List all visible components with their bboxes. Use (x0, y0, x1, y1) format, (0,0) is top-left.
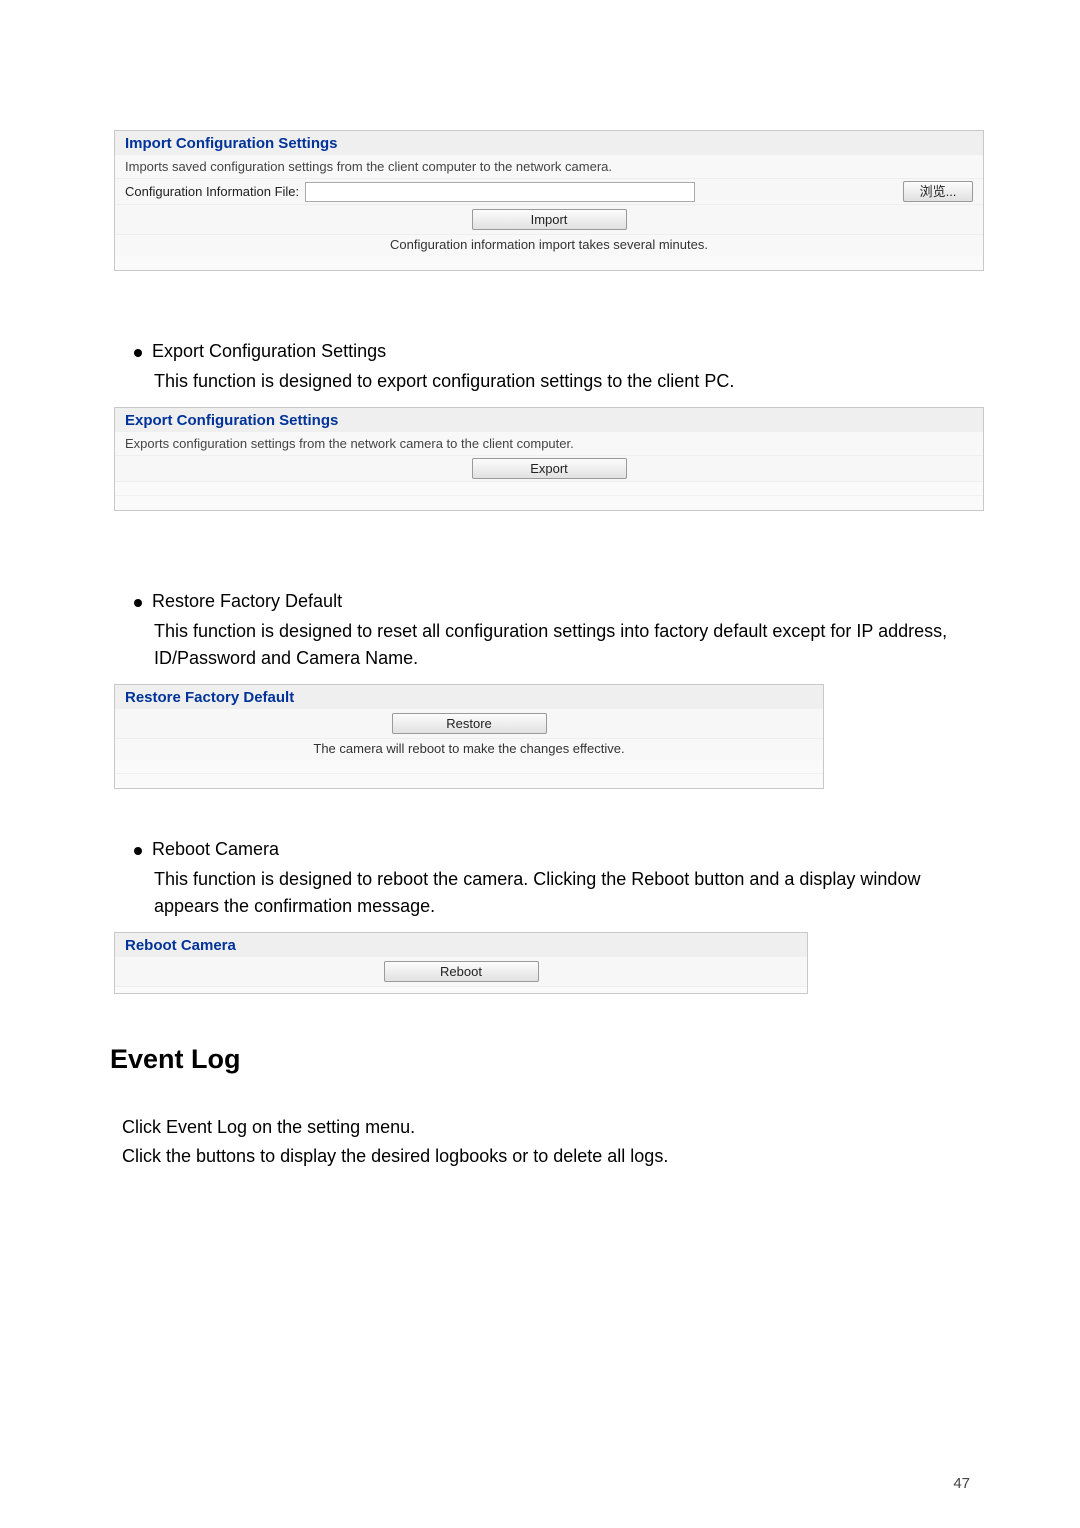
reboot-panel-title: Reboot Camera (115, 933, 807, 957)
config-file-input[interactable] (305, 182, 695, 202)
import-button[interactable]: Import (472, 209, 627, 230)
export-bullet-section: Export Configuration Settings (134, 341, 970, 362)
reboot-bullet-section: Reboot Camera (134, 839, 970, 860)
spacer-row (115, 496, 983, 510)
export-bullet-desc: This function is designed to export conf… (154, 368, 970, 395)
import-config-desc: Imports saved configuration settings fro… (115, 155, 983, 179)
event-log-para2: Click the buttons to display the desired… (122, 1142, 970, 1171)
export-config-title: Export Configuration Settings (115, 408, 983, 432)
import-file-row: Configuration Information File: 浏览... (115, 179, 983, 205)
spacer-row (115, 760, 823, 774)
import-info-text: Configuration information import takes s… (115, 235, 983, 256)
event-log-heading: Event Log (110, 1044, 970, 1075)
bullet-icon (134, 599, 142, 607)
restore-info-text: The camera will reboot to make the chang… (115, 739, 823, 760)
bullet-icon (134, 847, 142, 855)
restore-panel-title: Restore Factory Default (115, 685, 823, 709)
restore-button[interactable]: Restore (392, 713, 547, 734)
event-log-para1: Click Event Log on the setting menu. (122, 1113, 970, 1142)
bullet-icon (134, 349, 142, 357)
import-button-row: Import (115, 205, 983, 235)
import-config-panel: Import Configuration Settings Imports sa… (114, 130, 984, 271)
restore-panel: Restore Factory Default Restore The came… (114, 684, 824, 789)
page-number: 47 (953, 1475, 970, 1492)
restore-bullet-title: Restore Factory Default (152, 591, 342, 612)
export-config-desc: Exports configuration settings from the … (115, 432, 983, 456)
spacer-row (115, 774, 823, 788)
export-config-panel: Export Configuration Settings Exports co… (114, 407, 984, 511)
spacer-row (115, 256, 983, 270)
reboot-button-row: Reboot (115, 957, 807, 987)
reboot-button[interactable]: Reboot (384, 961, 539, 982)
restore-bullet-desc: This function is designed to reset all c… (154, 618, 970, 672)
spacer-row (115, 987, 807, 993)
reboot-panel: Reboot Camera Reboot (114, 932, 808, 994)
export-bullet-title: Export Configuration Settings (152, 341, 386, 362)
import-config-title: Import Configuration Settings (115, 131, 983, 155)
spacer-row (115, 482, 983, 496)
config-file-label: Configuration Information File: (125, 184, 299, 199)
reboot-bullet-desc: This function is designed to reboot the … (154, 866, 970, 920)
export-button[interactable]: Export (472, 458, 627, 479)
restore-bullet-section: Restore Factory Default (134, 591, 970, 612)
browse-button[interactable]: 浏览... (903, 181, 973, 202)
reboot-bullet-title: Reboot Camera (152, 839, 279, 860)
export-button-row: Export (115, 456, 983, 482)
restore-button-row: Restore (115, 709, 823, 739)
